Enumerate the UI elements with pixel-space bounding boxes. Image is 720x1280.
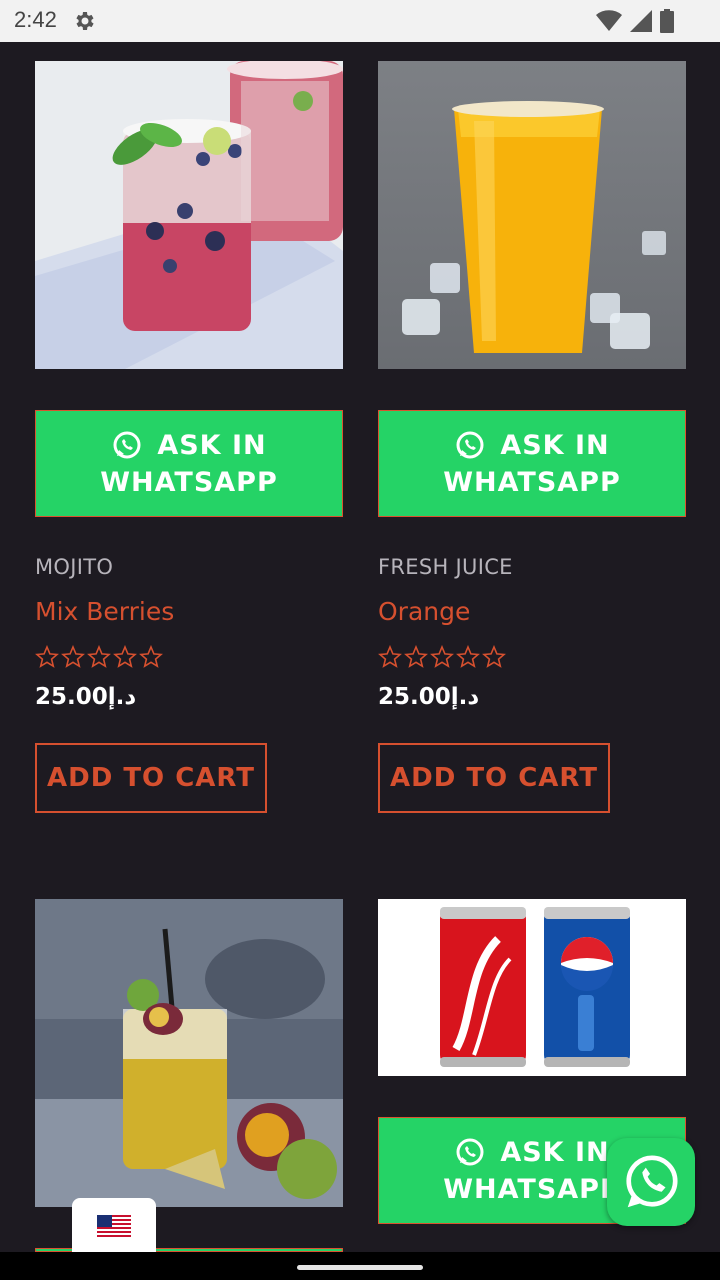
product-image-orange-juice[interactable] xyxy=(378,61,686,369)
star-icon xyxy=(61,645,85,668)
product-card-orange: ASK IN WHATSAPP FRESH JUICE Orange 25.00… xyxy=(378,61,686,813)
screen: 2:42 ASK IN WHATSAPP MOJITO Mix Berries … xyxy=(0,0,720,1280)
star-icon xyxy=(482,645,506,668)
whatsapp-icon xyxy=(113,431,141,459)
star-icon xyxy=(35,645,59,668)
product-price: 25.00د.إ xyxy=(35,684,137,710)
rating-stars xyxy=(35,645,163,669)
whatsapp-label-line1: ASK IN xyxy=(500,429,610,461)
star-icon xyxy=(113,645,137,668)
language-switcher[interactable] xyxy=(72,1198,156,1254)
whatsapp-label-line1: ASK IN xyxy=(157,429,267,461)
star-icon xyxy=(378,645,402,668)
product-image-mojito[interactable] xyxy=(35,61,343,369)
gear-icon xyxy=(76,12,94,30)
star-icon xyxy=(139,645,163,668)
status-time: 2:42 xyxy=(14,7,57,32)
passion-mojito-image xyxy=(35,899,343,1207)
whatsapp-icon xyxy=(456,431,484,459)
battery-icon xyxy=(660,9,674,33)
whatsapp-label-line2: WHATSAPP xyxy=(443,1173,621,1205)
mojito-berries-image xyxy=(35,61,343,369)
navigation-bar xyxy=(0,1252,720,1280)
star-icon xyxy=(404,645,428,668)
signal-icon xyxy=(630,10,652,32)
cola-pepsi-image xyxy=(378,899,686,1076)
ask-whatsapp-button[interactable]: ASK IN WHATSAPP xyxy=(378,410,686,517)
rating-stars xyxy=(378,645,506,669)
add-to-cart-button[interactable]: ADD TO CART xyxy=(35,743,267,813)
product-title[interactable]: Mix Berries xyxy=(35,597,174,626)
whatsapp-label-line2: WHATSAPP xyxy=(443,466,621,498)
orange-juice-image xyxy=(378,61,686,369)
whatsapp-icon xyxy=(456,1138,484,1166)
star-icon xyxy=(456,645,480,668)
whatsapp-label-line2: WHATSAPP xyxy=(100,466,278,498)
star-icon xyxy=(87,645,111,668)
product-card-mix-berries: ASK IN WHATSAPP MOJITO Mix Berries 25.00… xyxy=(35,61,343,813)
wifi-icon xyxy=(596,10,622,31)
product-price: 25.00د.إ xyxy=(378,684,480,710)
home-gesture-handle[interactable] xyxy=(297,1265,423,1270)
whatsapp-icon xyxy=(626,1155,678,1208)
ask-whatsapp-button[interactable]: ASK IN WHATSAPP xyxy=(35,410,343,517)
product-image-soft-drinks[interactable] xyxy=(378,899,686,1076)
product-category[interactable]: FRESH JUICE xyxy=(378,555,513,579)
status-bar: 2:42 xyxy=(0,0,720,42)
us-flag-icon xyxy=(97,1215,131,1237)
product-category[interactable]: MOJITO xyxy=(35,555,113,579)
floating-whatsapp-button[interactable] xyxy=(607,1138,695,1226)
product-title[interactable]: Orange xyxy=(378,597,470,626)
whatsapp-label-line1: ASK IN xyxy=(500,1136,610,1168)
product-image-passion-mojito[interactable] xyxy=(35,899,343,1207)
star-icon xyxy=(430,645,454,668)
add-to-cart-button[interactable]: ADD TO CART xyxy=(378,743,610,813)
